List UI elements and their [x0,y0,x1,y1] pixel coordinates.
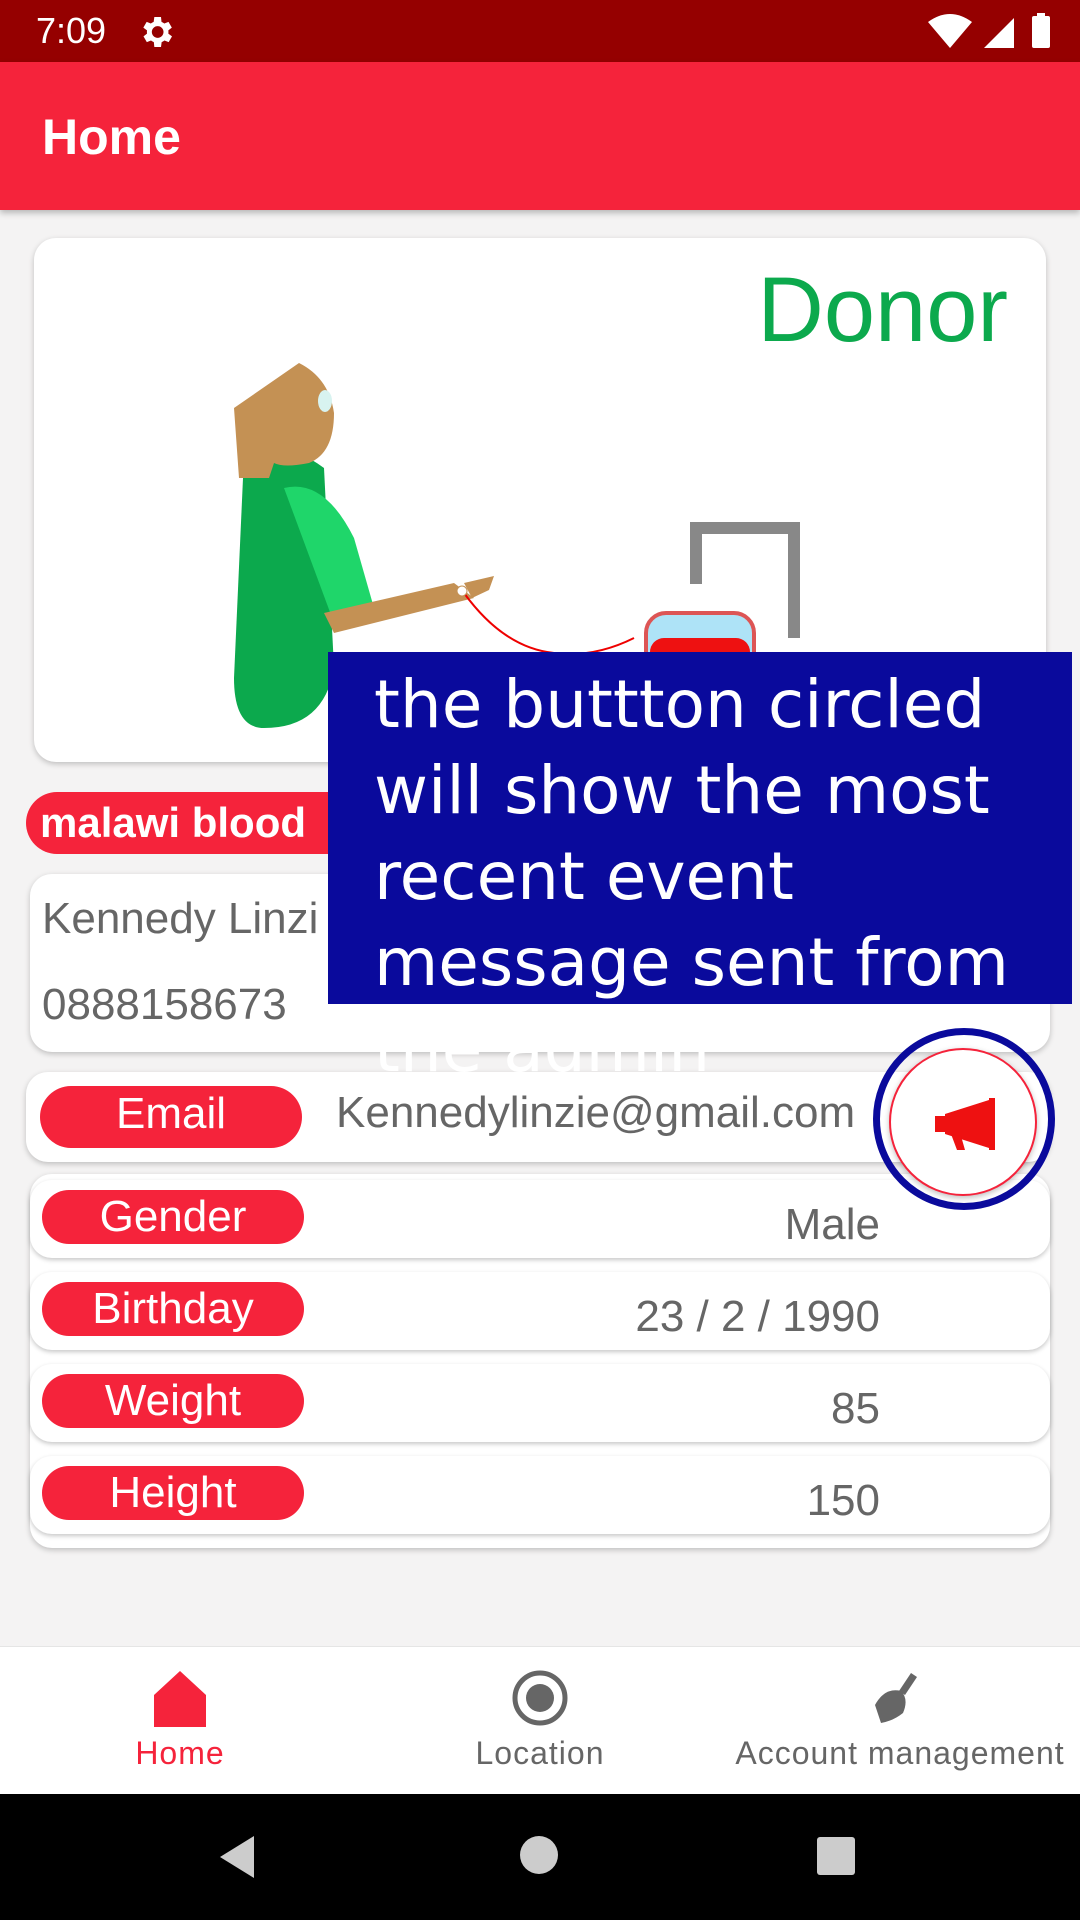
gender-label-pill: Gender [42,1190,304,1244]
nav-location[interactable]: Location [440,1647,640,1795]
birthday-row: Birthday 23 / 2 / 1990 [30,1272,1050,1350]
nav-home-label: Home [135,1735,225,1771]
system-navigation-bar [0,1794,1080,1920]
profile-name: Kennedy Linzi [42,894,319,943]
bottom-navigation: Home Location Account management [0,1646,1080,1795]
page-title: Home [42,109,181,165]
status-bar: 7:09 [0,0,1080,62]
email-value: Kennedylinzie@gmail.com [336,1088,856,1137]
app-bar: Home [0,62,1080,210]
weight-row: Weight 85 [30,1364,1050,1442]
settings-gear-icon [143,17,172,47]
megaphone-icon [935,1098,995,1150]
nav-account-management[interactable]: Account management [720,1647,1080,1795]
location-icon [512,1670,568,1726]
profile-phone: 0888158673 [42,980,287,1029]
back-icon[interactable] [216,1834,258,1880]
recents-icon[interactable] [816,1836,856,1876]
nav-account-label: Account management [735,1735,1065,1771]
birthday-value: 23 / 2 / 1990 [635,1292,880,1341]
nav-location-label: Location [475,1735,605,1771]
height-label-pill: Height [42,1466,304,1520]
wifi-icon [928,14,972,48]
battery-icon [1032,13,1050,48]
birthday-label-pill: Birthday [42,1282,304,1336]
height-row: Height 150 [30,1456,1050,1534]
signal-icon [984,18,1014,48]
gender-row: Gender Male [30,1180,1050,1258]
weight-value: 85 [831,1384,880,1433]
event-message-button[interactable] [889,1048,1037,1196]
height-value: 150 [806,1476,880,1525]
email-label-pill: Email [40,1086,302,1148]
donor-role-label: Donor [757,259,1008,361]
home-icon [154,1671,206,1727]
status-icons [928,13,1050,48]
broom-icon [875,1673,917,1723]
status-time: 7:09 [36,10,107,51]
gender-value: Male [784,1200,880,1249]
home-system-icon[interactable] [518,1834,560,1876]
weight-label-pill: Weight [42,1374,304,1428]
nav-home[interactable]: Home [100,1647,260,1795]
annotation-overlay: the buttton circled will show the most r… [328,652,1072,1087]
